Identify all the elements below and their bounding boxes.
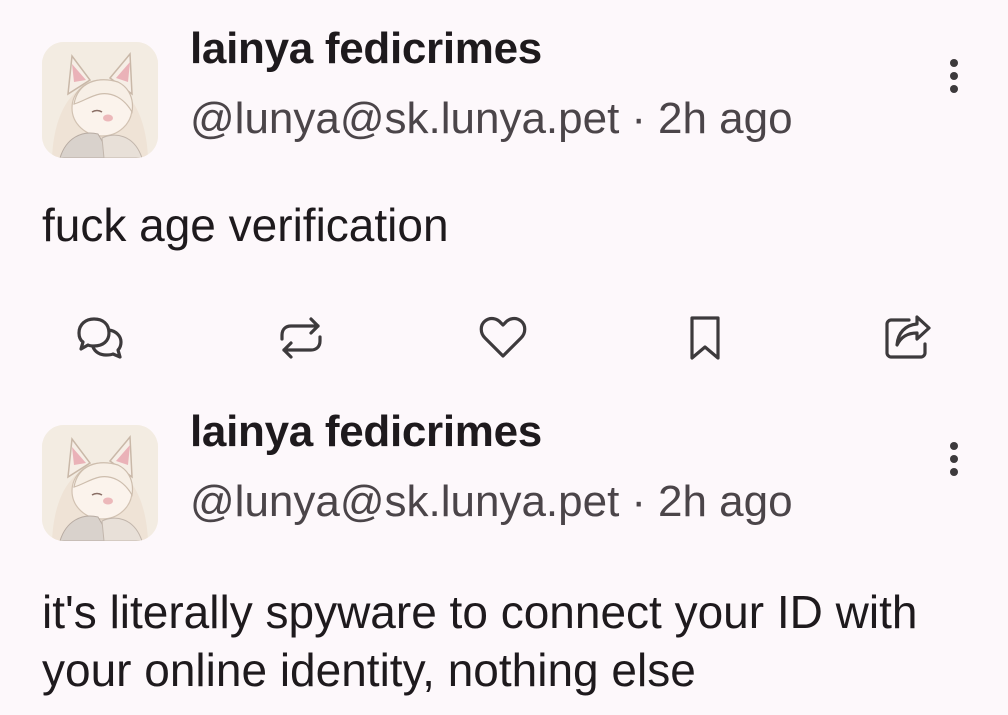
post-meta: @lunya@sk.lunya.pet · 2h ago (190, 94, 793, 144)
display-name[interactable]: lainya fedicrimes (190, 407, 542, 457)
boost-button[interactable] (271, 308, 331, 368)
more-dot (950, 455, 958, 463)
bookmark-icon (690, 316, 720, 360)
handle[interactable]: @lunya@sk.lunya.pet (190, 477, 619, 526)
more-options-button[interactable] (934, 437, 974, 481)
anime-catgirl-avatar-icon (42, 42, 158, 158)
anime-catgirl-avatar-icon (42, 425, 158, 541)
more-dot (950, 85, 958, 93)
share-icon (885, 315, 931, 359)
timestamp[interactable]: 2h ago (658, 94, 793, 143)
timeline-feed: lainya fedicrimes @lunya@sk.lunya.pet · 2h… (0, 0, 1008, 715)
more-options-button[interactable] (934, 54, 974, 98)
more-dot (950, 468, 958, 476)
handle[interactable]: @lunya@sk.lunya.pet (190, 94, 619, 143)
separator: · (631, 477, 646, 526)
timestamp[interactable]: 2h ago (658, 477, 793, 526)
reply-button[interactable] (70, 308, 130, 368)
post-meta: @lunya@sk.lunya.pet · 2h ago (190, 477, 793, 527)
avatar[interactable] (42, 425, 158, 541)
separator: · (631, 94, 646, 143)
bookmark-button[interactable] (675, 308, 735, 368)
post-actions (0, 308, 1008, 368)
like-button[interactable] (473, 308, 533, 368)
share-button[interactable] (878, 308, 938, 368)
boost-icon (280, 317, 322, 359)
heart-icon (479, 316, 527, 358)
reply-icon (77, 317, 123, 359)
more-dot (950, 72, 958, 80)
post-content: it's literally spyware to connect your I… (42, 586, 918, 696)
more-dot (950, 59, 958, 67)
display-name[interactable]: lainya fedicrimes (190, 24, 542, 74)
post-content: fuck age verification (42, 199, 449, 251)
avatar[interactable] (42, 42, 158, 158)
more-dot (950, 442, 958, 450)
